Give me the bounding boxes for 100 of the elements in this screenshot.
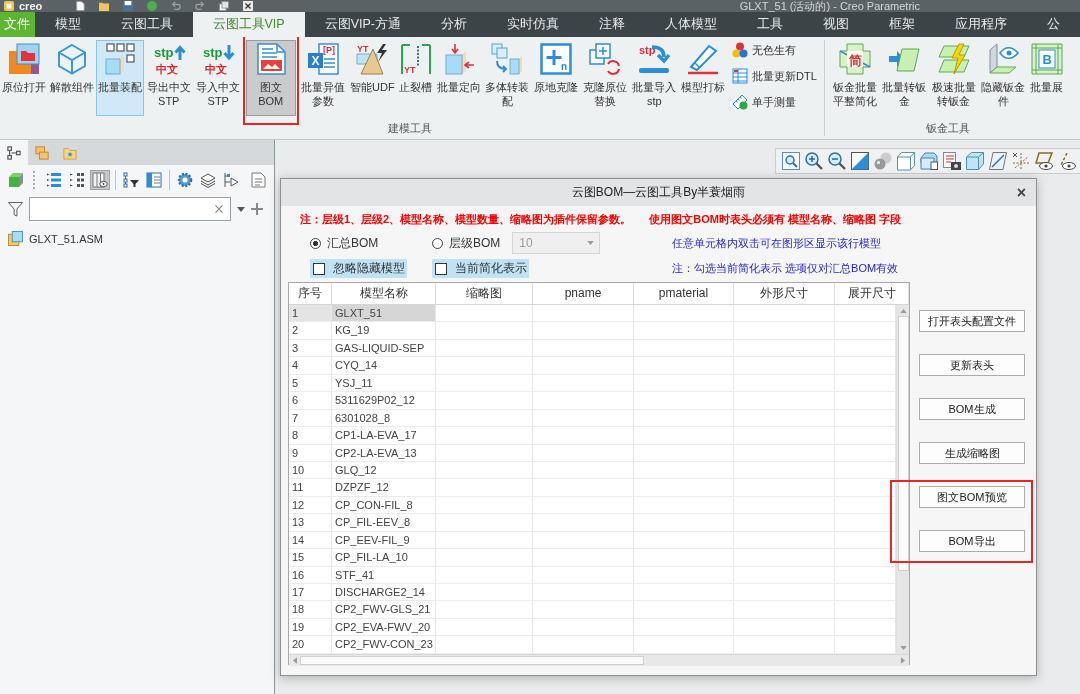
ribbon-button[interactable]: YT 智能UDF <box>348 40 397 116</box>
radio-option[interactable]: 层级BOM <box>432 234 501 252</box>
ribbon-tab[interactable]: 云图工具VIP <box>192 12 305 37</box>
column-header[interactable]: 模型名称 <box>332 283 436 304</box>
tool-button[interactable] <box>175 170 195 190</box>
ribbon-tab[interactable]: 公 <box>1027 12 1080 37</box>
panel-tab[interactable] <box>0 140 28 165</box>
redo-icon[interactable] <box>195 1 206 11</box>
ribbon-button[interactable]: n 原地克隆 <box>532 40 581 116</box>
ribbon-tab[interactable]: 注释 <box>579 12 645 37</box>
table-cell: 5311629P02_12 <box>332 392 436 409</box>
checkbox-option[interactable]: 当前简化表示 <box>432 259 529 278</box>
filter-icon[interactable] <box>8 201 23 217</box>
ribbon-button[interactable]: 多体转装配 <box>482 40 533 116</box>
diagonal-square-icon[interactable] <box>851 152 869 170</box>
line-eye-icon[interactable] <box>1058 152 1076 170</box>
ribbon-button[interactable]: 简 钣金批量平整简化 <box>829 40 880 116</box>
row-number: 17 <box>289 584 332 601</box>
vertical-scrollbar[interactable] <box>896 305 909 654</box>
camera-sheet-icon[interactable] <box>943 152 961 170</box>
ribbon-button[interactable]: 图文BOM <box>246 40 296 116</box>
ribbon-tab[interactable]: 实时仿真 <box>487 12 579 37</box>
ribbon-tab[interactable]: 云图工具 <box>100 12 193 37</box>
ribbon-button[interactable]: B 批量展 <box>1027 40 1066 116</box>
ribbon-button[interactable]: stp 批量导入stp <box>629 40 680 116</box>
magnifier-frame-icon[interactable] <box>782 152 800 170</box>
column-header[interactable]: 缩略图 <box>436 283 533 304</box>
axes-icon[interactable] <box>1012 152 1030 170</box>
horizontal-scrollbar[interactable] <box>289 654 909 666</box>
tool-button[interactable] <box>67 170 87 190</box>
tool-button[interactable] <box>121 170 141 190</box>
ribbon-tab[interactable]: 应用程序 <box>935 12 1027 37</box>
ribbon-button[interactable]: 单手测量 <box>730 93 819 111</box>
plus-icon[interactable] <box>251 203 263 215</box>
ribbon-tab[interactable]: 分析 <box>421 12 487 37</box>
ribbon-button[interactable]: 隐藏钣金件 <box>978 40 1028 116</box>
scroll-down-icon[interactable] <box>899 646 907 650</box>
radio-option[interactable]: 汇总BOM <box>310 234 379 252</box>
ribbon-tab[interactable]: 人体模型 <box>645 12 737 37</box>
dialog-button[interactable]: 图文BOM预览 <box>919 486 1025 508</box>
ribbon-button[interactable]: 批量定向 <box>434 40 483 116</box>
tree-item[interactable]: GLXT_51.ASM <box>6 229 105 248</box>
dialog-button[interactable]: 更新表头 <box>919 354 1025 376</box>
ribbon-button[interactable]: YT 止裂槽 <box>396 40 435 116</box>
ribbon-button[interactable]: 原位打开 <box>0 40 48 116</box>
column-header[interactable]: 序号 <box>289 283 332 304</box>
table-cell: CP1-LA-EVA_17 <box>332 427 436 444</box>
ribbon-button[interactable]: 解散组件 <box>48 40 96 116</box>
scrollbar-thumb[interactable] <box>897 316 909 571</box>
column-header[interactable]: pmaterial <box>634 283 734 304</box>
table-cell: DISCHARGE2_14 <box>332 584 436 601</box>
ribbon-button[interactable]: 批量装配 <box>96 40 144 116</box>
table-cell: STF_41 <box>332 566 436 583</box>
ribbon-tab[interactable]: 工具 <box>737 12 803 37</box>
dialog-button[interactable]: 打开表头配置文件 <box>919 310 1025 332</box>
column-header[interactable]: 展开尺寸 <box>835 283 909 304</box>
row-number: 7 <box>289 409 332 427</box>
close-icon[interactable] <box>243 1 254 11</box>
ribbon-button[interactable]: 克隆原位替换 <box>580 40 630 116</box>
ribbon-tab[interactable]: 模型 <box>34 12 101 37</box>
windows-icon[interactable] <box>219 1 230 11</box>
search-field[interactable] <box>29 197 231 221</box>
close-button[interactable]: × <box>1012 183 1030 202</box>
ribbon-button[interactable]: 无色生有 <box>730 41 819 59</box>
column-header[interactable]: pname <box>533 283 634 304</box>
clear-icon[interactable] <box>215 205 223 213</box>
save-icon[interactable] <box>123 1 134 11</box>
ribbon-button[interactable]: 批量更新DTL <box>730 67 819 85</box>
caret-icon[interactable] <box>237 206 245 212</box>
zoom-in-icon[interactable] <box>805 152 823 170</box>
zoom-out-icon[interactable] <box>828 152 846 170</box>
spheres-icon[interactable] <box>874 152 892 170</box>
plane-slash-icon[interactable] <box>989 152 1007 170</box>
ribbon-button[interactable]: 批量转钣金 <box>879 40 929 116</box>
table-cell: KG_19 <box>332 322 436 339</box>
ribbon-tab[interactable]: 视图 <box>803 12 869 37</box>
ribbon-tab[interactable]: 云图VIP-方通 <box>304 12 421 37</box>
scroll-left-icon[interactable] <box>293 657 297 664</box>
undo-icon[interactable] <box>171 1 182 11</box>
sphere-icon[interactable] <box>147 1 158 11</box>
ribbon-button[interactable]: 极速批量转钣金 <box>928 40 979 116</box>
dialog-button[interactable]: BOM导出 <box>919 530 1025 552</box>
ribbon-button[interactable]: 模型打标 <box>679 40 728 116</box>
dialog-button[interactable]: BOM生成 <box>919 398 1025 420</box>
transparent-cube-icon[interactable] <box>966 152 984 170</box>
row-number: 15 <box>289 549 332 566</box>
tool-button[interactable] <box>90 170 110 190</box>
ribbon-button[interactable]: stp 中文 导入中文STP <box>193 40 243 116</box>
ribbon-tab[interactable]: 框架 <box>869 12 935 37</box>
column-header[interactable]: 外形尺寸 <box>734 283 835 304</box>
plane-eye-icon[interactable] <box>1035 152 1053 170</box>
scroll-up-icon[interactable] <box>899 309 907 313</box>
ribbon-button[interactable]: stp 中文 导出中文STP <box>144 40 194 116</box>
scroll-right-icon[interactable] <box>901 657 905 664</box>
cube-icon[interactable] <box>897 152 915 170</box>
ribbon-button[interactable]: [P] X 批量异值参数 <box>298 40 348 116</box>
dialog-button[interactable]: 生成缩略图 <box>919 442 1025 464</box>
checkbox-option[interactable]: 忽略隐藏模型 <box>310 259 407 278</box>
cube-document-icon[interactable] <box>920 152 938 170</box>
scrollbar-thumb[interactable] <box>300 656 644 665</box>
